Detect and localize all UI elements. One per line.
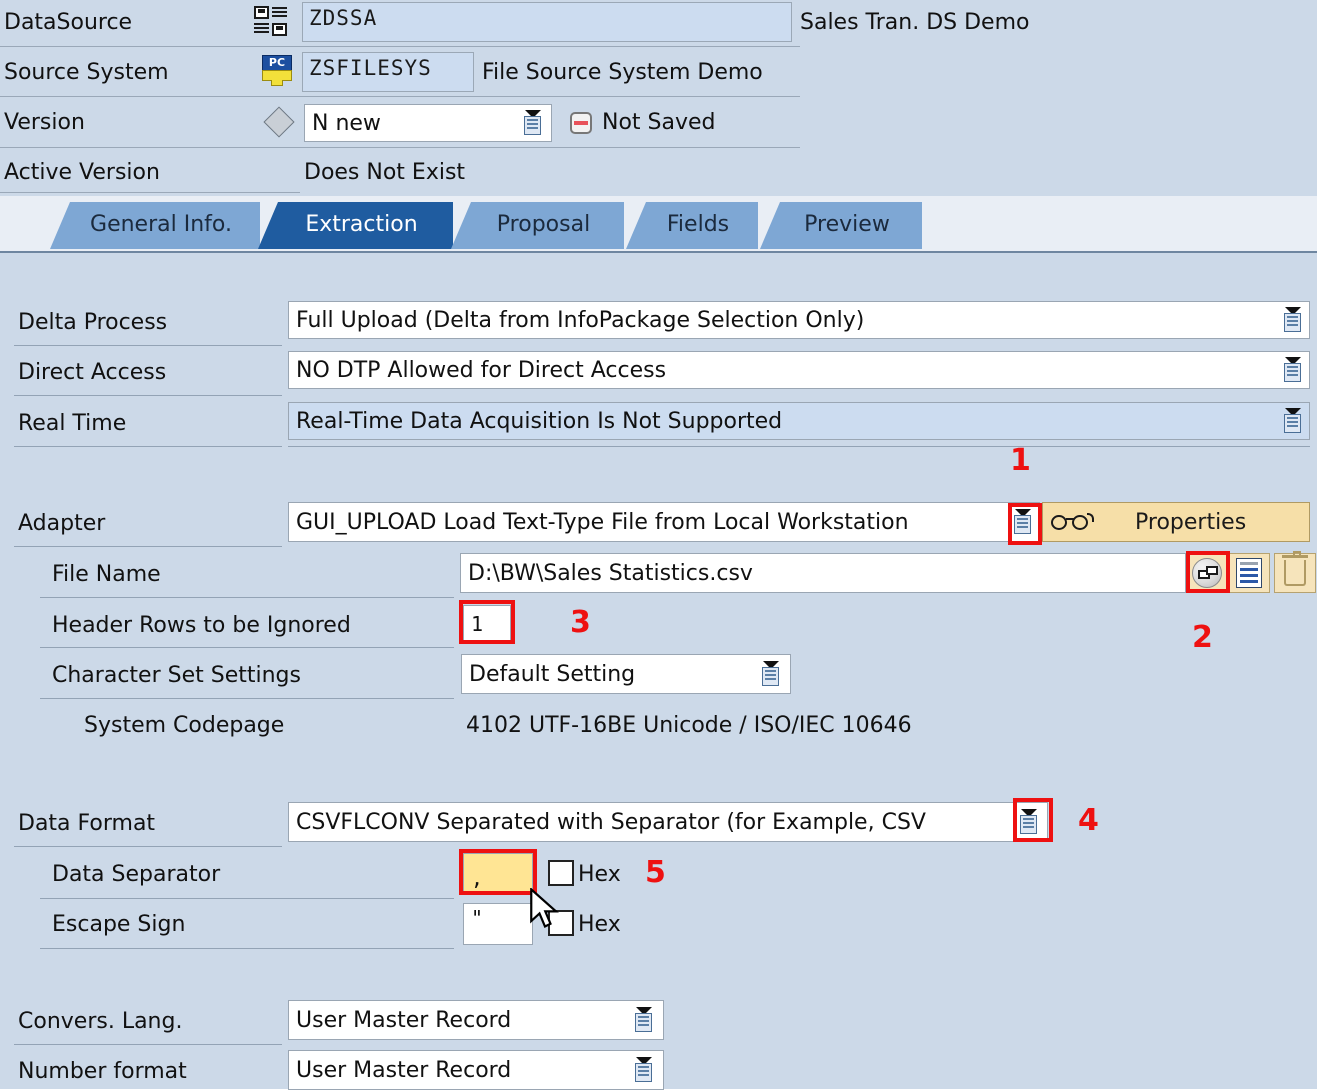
header-divider-2: [0, 96, 800, 97]
annotation-number-2: 2: [1192, 620, 1213, 655]
version-label: Version: [4, 110, 85, 135]
row-divider-direct: [14, 395, 282, 396]
escape-sign-hex-label: Hex: [578, 912, 621, 937]
delta-process-dropdown-icon[interactable]: [1282, 307, 1304, 333]
file-browse-button[interactable]: [1186, 553, 1228, 593]
escape-sign-input[interactable]: ": [463, 903, 533, 945]
number-format-label: Number format: [18, 1059, 187, 1084]
real-time-label: Real Time: [18, 411, 127, 436]
data-separator-hex-checkbox[interactable]: [548, 860, 574, 886]
number-format-dropdown-icon[interactable]: [633, 1057, 655, 1083]
row-divider-realtime-right: [288, 446, 1310, 447]
tab-preview-label: Preview: [804, 211, 890, 237]
row-divider-charset: [40, 698, 454, 699]
tab-fields[interactable]: Fields: [626, 202, 758, 249]
file-name-label: File Name: [52, 562, 161, 587]
character-set-dropdown-icon[interactable]: [760, 661, 782, 687]
source-system-icon: PC: [262, 55, 292, 86]
glasses-icon: [1051, 511, 1094, 533]
convers-lang-label: Convers. Lang.: [18, 1009, 183, 1034]
number-format-field[interactable]: User Master Record: [288, 1050, 664, 1090]
real-time-dropdown-icon[interactable]: [1282, 408, 1304, 434]
list-icon: [1236, 558, 1262, 588]
tab-general-info-label: General Info.: [90, 211, 232, 237]
mouse-cursor: [530, 888, 559, 929]
delta-process-field[interactable]: Full Upload (Delta from InfoPackage Sele…: [288, 301, 1310, 339]
data-separator-label: Data Separator: [52, 862, 221, 887]
system-codepage-value: 4102 UTF-16BE Unicode / ISO/IEC 10646: [466, 713, 912, 738]
version-input[interactable]: N new: [304, 104, 552, 142]
source-system-input[interactable]: ZSFILESYS: [302, 52, 474, 92]
adapter-dropdown-icon[interactable]: [1012, 509, 1034, 535]
active-version-value: Does Not Exist: [304, 160, 466, 185]
datasource-icon: [254, 6, 288, 38]
header-rows-input[interactable]: 1: [463, 605, 511, 643]
extraction-panel: Delta Process Full Upload (Delta from In…: [0, 251, 1317, 1090]
data-format-dropdown-icon[interactable]: [1018, 809, 1040, 835]
data-separator-hex-label: Hex: [578, 862, 621, 887]
row-divider-converslang: [14, 1044, 282, 1045]
character-set-label: Character Set Settings: [52, 663, 301, 688]
version-status: Not Saved: [602, 110, 716, 135]
version-dropdown-icon[interactable]: [522, 110, 544, 136]
tab-proposal[interactable]: Proposal: [451, 202, 624, 249]
source-system-label: Source System: [4, 60, 169, 85]
active-version-label: Active Version: [4, 160, 160, 185]
properties-button[interactable]: Properties: [1042, 502, 1310, 542]
row-divider-separator: [40, 898, 454, 899]
annotation-number-5: 5: [645, 855, 666, 890]
tab-preview[interactable]: Preview: [760, 202, 922, 249]
row-divider-dataformat: [14, 846, 282, 847]
header-divider-1: [0, 46, 800, 47]
row-divider-escape: [40, 948, 454, 949]
adapter-field[interactable]: GUI_UPLOAD Load Text-Type File from Loca…: [288, 502, 1040, 542]
properties-button-label: Properties: [1135, 509, 1247, 535]
row-divider-realtime: [14, 446, 282, 447]
datasource-label: DataSource: [4, 10, 133, 35]
data-separator-input[interactable]: ,: [463, 853, 533, 895]
system-codepage-label: System Codepage: [84, 713, 285, 738]
row-divider-adapter: [14, 546, 282, 547]
row-divider-filename: [40, 597, 454, 598]
annotation-number-1: 1: [1010, 443, 1031, 478]
header-divider-3: [0, 147, 800, 148]
direct-access-dropdown-icon[interactable]: [1282, 357, 1304, 383]
header-rows-label: Header Rows to be Ignored: [52, 613, 351, 638]
file-name-field[interactable]: D:\BW\Sales Statistics.csv: [460, 553, 1186, 593]
direct-access-field[interactable]: NO DTP Allowed for Direct Access: [288, 351, 1310, 389]
direct-access-label: Direct Access: [18, 360, 167, 385]
convers-lang-dropdown-icon[interactable]: [633, 1007, 655, 1033]
file-list-button[interactable]: [1228, 553, 1270, 593]
datasource-input[interactable]: ZDSSA: [302, 2, 792, 42]
tab-extraction-label: Extraction: [305, 211, 418, 237]
data-format-label: Data Format: [18, 811, 156, 836]
character-set-field[interactable]: Default Setting: [461, 654, 791, 694]
convers-lang-field[interactable]: User Master Record: [288, 1000, 664, 1040]
escape-sign-label: Escape Sign: [52, 912, 186, 937]
tab-extraction[interactable]: Extraction: [258, 202, 453, 249]
row-divider-delta: [14, 345, 282, 346]
annotation-number-3: 3: [570, 605, 591, 640]
tab-proposal-label: Proposal: [496, 211, 591, 237]
datasource-description: Sales Tran. DS Demo: [800, 10, 1030, 35]
tab-strip: General Info. Extraction Proposal Fields…: [0, 196, 1317, 251]
not-saved-icon: [570, 112, 592, 134]
annotation-number-4: 4: [1078, 803, 1099, 838]
adapter-label: Adapter: [18, 511, 106, 536]
delta-process-label: Delta Process: [18, 310, 168, 335]
header-divider-4: [0, 192, 300, 193]
data-format-field[interactable]: CSVFLCONV Separated with Separator (for …: [288, 802, 1048, 842]
tab-general-info[interactable]: General Info.: [50, 202, 260, 249]
browse-icon: [1192, 558, 1222, 588]
file-delete-button[interactable]: [1274, 551, 1316, 593]
tab-fields-label: Fields: [666, 211, 730, 237]
real-time-field: Real-Time Data Acquisition Is Not Suppor…: [288, 402, 1310, 440]
trash-icon: [1282, 551, 1308, 586]
diamond-icon: [263, 106, 295, 138]
datasource-header: DataSource ZDSSA Sales Tran. DS Demo Sou…: [0, 0, 1317, 196]
row-divider-headerrows: [40, 647, 454, 648]
source-system-description: File Source System Demo: [482, 60, 763, 85]
